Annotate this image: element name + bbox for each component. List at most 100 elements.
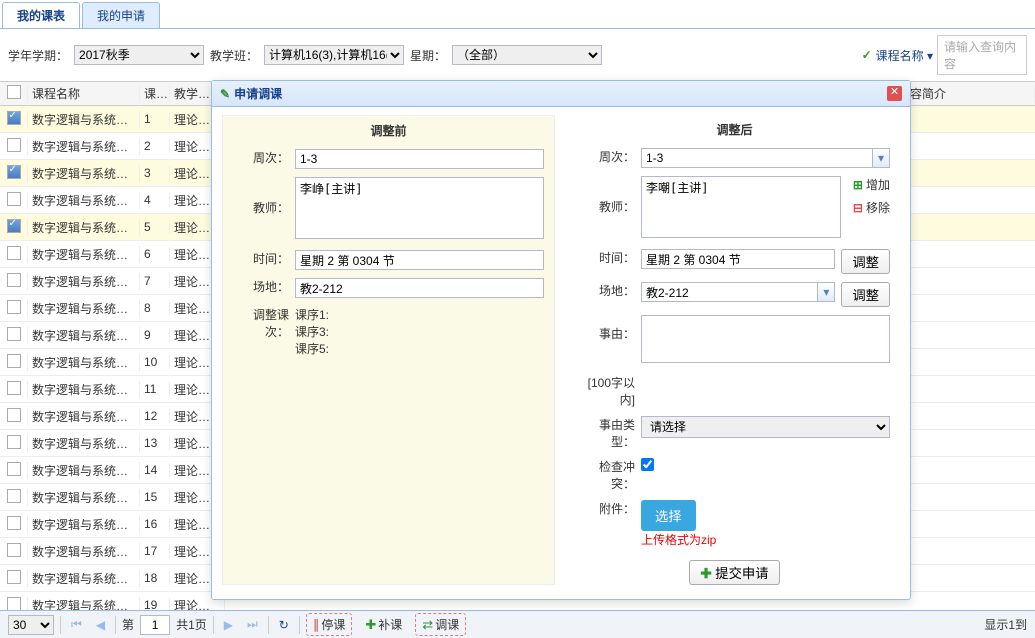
row-seq: 2 bbox=[140, 139, 170, 153]
class-select[interactable]: 计算机16(3),计算机16(4 bbox=[264, 45, 404, 65]
submit-plus-icon: ✚ bbox=[700, 566, 711, 581]
row-checkbox[interactable] bbox=[7, 381, 21, 395]
submit-apply-button[interactable]: ✚ 提交申请 bbox=[689, 560, 779, 585]
tabbar: 我的课表 我的申请 bbox=[0, 0, 1035, 29]
attach-label: 附件： bbox=[579, 500, 635, 517]
conflict-checkbox[interactable] bbox=[641, 458, 654, 471]
row-name: 数字逻辑与系统设计 bbox=[28, 570, 140, 587]
row-name: 数字逻辑与系统设计 bbox=[28, 381, 140, 398]
conflict-label: 检查冲突： bbox=[579, 458, 635, 492]
term-select[interactable]: 2017秋季 bbox=[74, 45, 204, 65]
row-checkbox[interactable] bbox=[7, 327, 21, 341]
row-name: 数字逻辑与系统设计 bbox=[28, 219, 140, 236]
row-name: 数字逻辑与系统设计 bbox=[28, 165, 140, 182]
row-checkbox[interactable] bbox=[7, 192, 21, 206]
row-name: 数字逻辑与系统设计 bbox=[28, 462, 140, 479]
row-checkbox[interactable] bbox=[7, 111, 21, 125]
row-seq: 11 bbox=[140, 382, 170, 396]
tab-my-schedule[interactable]: 我的课表 bbox=[2, 2, 80, 28]
adjust-time-button[interactable]: 调整 bbox=[841, 249, 890, 274]
before-loc-label: 场地： bbox=[233, 278, 289, 295]
row-checkbox[interactable] bbox=[7, 516, 21, 530]
next-page-icon[interactable]: ▶ bbox=[220, 618, 237, 632]
filter-bar: 学年学期： 2017秋季 教学班： 计算机16(3),计算机16(4 星期： （… bbox=[0, 29, 1035, 82]
row-checkbox[interactable] bbox=[7, 489, 21, 503]
before-week-field bbox=[295, 149, 544, 169]
display-count: 显示1到 bbox=[984, 616, 1027, 633]
row-name: 数字逻辑与系统设计 bbox=[28, 543, 140, 560]
select-all-checkbox[interactable] bbox=[7, 85, 21, 99]
row-seq: 3 bbox=[140, 166, 170, 180]
minus-box-icon: ⊟ bbox=[853, 201, 863, 215]
prev-page-icon[interactable]: ◀ bbox=[92, 618, 109, 632]
page-input[interactable] bbox=[140, 615, 170, 635]
attach-select-button[interactable]: 选择 bbox=[641, 500, 696, 531]
row-name: 数字逻辑与系统设计 bbox=[28, 111, 140, 128]
hdr-name[interactable]: 课程名称 bbox=[28, 85, 140, 102]
row-seq: 15 bbox=[140, 490, 170, 504]
makeup-class-button[interactable]: ✚补课 bbox=[358, 613, 409, 636]
swap-class-button[interactable]: ⇄调课 bbox=[415, 613, 466, 636]
adjust-loc-button[interactable]: 调整 bbox=[841, 282, 890, 307]
row-checkbox[interactable] bbox=[7, 219, 21, 233]
dialog-close-button[interactable]: ✕ bbox=[887, 86, 902, 101]
refresh-icon[interactable]: ↻ bbox=[275, 618, 293, 632]
row-checkbox[interactable] bbox=[7, 165, 21, 179]
search-input[interactable]: 请输入查询内容 bbox=[937, 35, 1027, 75]
row-name: 数字逻辑与系统设计 bbox=[28, 246, 140, 263]
week-dropdown-icon[interactable]: ▾ bbox=[872, 148, 890, 168]
row-checkbox[interactable] bbox=[7, 570, 21, 584]
before-teacher-label: 教师： bbox=[233, 177, 289, 216]
page-label-pre: 第 bbox=[122, 616, 134, 633]
after-teacher-field[interactable]: 李嘲[主讲] bbox=[641, 176, 841, 238]
tab-my-apply[interactable]: 我的申请 bbox=[82, 2, 160, 28]
after-panel: 调整后 周次： ▾ 教师： 李嘲[主讲] ⊞增加 ⊟移除 时间： 调整 bbox=[569, 115, 900, 585]
row-checkbox[interactable] bbox=[7, 246, 21, 260]
row-checkbox[interactable] bbox=[7, 354, 21, 368]
row-checkbox[interactable] bbox=[7, 435, 21, 449]
row-seq: 7 bbox=[140, 274, 170, 288]
last-page-icon[interactable]: ⏭ bbox=[243, 617, 262, 632]
reason-type-select[interactable]: 请选择 bbox=[641, 416, 890, 438]
add-teacher-button[interactable]: ⊞增加 bbox=[853, 176, 890, 193]
plus-icon: ✚ bbox=[365, 617, 376, 633]
loc-dropdown-icon[interactable]: ▾ bbox=[817, 282, 835, 302]
pencil-icon: ✎ bbox=[220, 87, 230, 101]
first-page-icon[interactable]: ⏮ bbox=[67, 617, 86, 632]
check-icon: ✓ bbox=[862, 48, 872, 62]
after-loc-input[interactable] bbox=[641, 282, 817, 302]
row-checkbox[interactable] bbox=[7, 462, 21, 476]
remove-teacher-button[interactable]: ⊟移除 bbox=[853, 199, 890, 216]
swap-icon: ⇄ bbox=[422, 617, 433, 633]
row-name: 数字逻辑与系统设计 bbox=[28, 192, 140, 209]
stop-class-button[interactable]: ∥停课 bbox=[306, 613, 353, 636]
before-panel: 调整前 周次： 教师： 李峥[主讲] 时间： 场地： 调整课次： 课序1: 课序… bbox=[222, 115, 555, 585]
day-select[interactable]: （全部） bbox=[452, 45, 602, 65]
row-name: 数字逻辑与系统设计 bbox=[28, 408, 140, 425]
coursename-filter-label[interactable]: 课程名称 ▾ bbox=[876, 47, 933, 64]
row-checkbox[interactable] bbox=[7, 543, 21, 557]
row-seq: 6 bbox=[140, 247, 170, 261]
row-checkbox[interactable] bbox=[7, 300, 21, 314]
row-checkbox[interactable] bbox=[7, 597, 21, 611]
pagesize-select[interactable]: 30 bbox=[8, 615, 54, 635]
after-week-label: 周次： bbox=[579, 148, 635, 165]
row-checkbox[interactable] bbox=[7, 273, 21, 287]
class-label: 教学班： bbox=[210, 47, 258, 64]
row-name: 数字逻辑与系统设计 bbox=[28, 300, 140, 317]
dialog-title: 申请调课 bbox=[234, 85, 282, 102]
reason-type-label: 事由类型： bbox=[579, 416, 635, 450]
after-week-input[interactable] bbox=[641, 148, 872, 168]
after-teacher-label: 教师： bbox=[579, 176, 635, 215]
row-seq: 12 bbox=[140, 409, 170, 423]
reason-textarea[interactable] bbox=[641, 315, 890, 363]
row-checkbox[interactable] bbox=[7, 408, 21, 422]
pager: 30 ⏮ ◀ 第 共1页 ▶ ⏭ ↻ ∥停课 ✚补课 ⇄调课 显示1到 bbox=[0, 610, 1035, 638]
row-checkbox[interactable] bbox=[7, 138, 21, 152]
before-time-field bbox=[295, 250, 544, 270]
row-seq: 18 bbox=[140, 571, 170, 585]
before-week-label: 周次： bbox=[233, 149, 289, 166]
hdr-seq[interactable]: 课序 bbox=[140, 85, 170, 102]
row-name: 数字逻辑与系统设计 bbox=[28, 516, 140, 533]
row-seq: 4 bbox=[140, 193, 170, 207]
